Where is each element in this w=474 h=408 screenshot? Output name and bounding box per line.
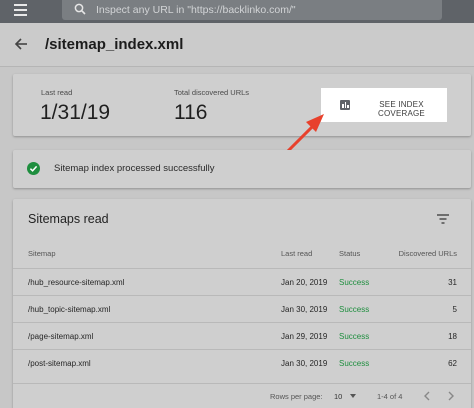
back-icon[interactable]	[14, 37, 28, 51]
status-card: Sitemap index processed successfully	[13, 150, 471, 188]
cell-last-read: Jan 20, 2019	[281, 278, 328, 287]
rows-per-page-label: Rows per page:	[270, 392, 323, 401]
table-row[interactable]: /post-sitemap.xml Jan 30, 2019 Success 6…	[13, 349, 471, 376]
cell-status: Success	[339, 332, 370, 341]
cell-last-read: Jan 29, 2019	[281, 332, 328, 341]
cell-discovered-urls: 31	[448, 278, 457, 287]
cell-status: Success	[339, 305, 370, 314]
cell-sitemap: /hub_resource-sitemap.xml	[28, 278, 125, 287]
column-header-discovered-urls[interactable]: Discovered URLs	[397, 249, 457, 258]
cell-sitemap: /page-sitemap.xml	[28, 332, 94, 341]
status-message: Sitemap index processed successfully	[54, 163, 215, 174]
cell-status: Success	[339, 359, 370, 368]
check-circle-icon	[27, 162, 40, 175]
search-bar	[62, 0, 442, 20]
page-title: /sitemap_index.xml	[45, 36, 184, 53]
search-icon	[74, 3, 86, 15]
search-input[interactable]	[96, 0, 436, 20]
table-row[interactable]: /page-sitemap.xml Jan 29, 2019 Success 1…	[13, 322, 471, 349]
column-header-sitemap[interactable]: Sitemap	[28, 249, 56, 258]
stats-card: Last read 1/31/19 Total discovered URLs …	[13, 74, 471, 136]
filter-icon[interactable]	[437, 214, 449, 224]
cell-sitemap: /post-sitemap.xml	[28, 359, 91, 368]
chevron-left-icon[interactable]	[421, 389, 433, 403]
cell-last-read: Jan 30, 2019	[281, 305, 328, 314]
cell-discovered-urls: 18	[448, 332, 457, 341]
cell-status: Success	[339, 278, 370, 287]
table-row[interactable]: /hub_topic-sitemap.xml Jan 30, 2019 Succ…	[13, 295, 471, 322]
cell-discovered-urls: 5	[452, 305, 457, 314]
chevron-right-icon[interactable]	[445, 389, 457, 403]
last-read-value: 1/31/19	[40, 101, 111, 124]
see-index-coverage-label: SEE INDEX COVERAGE	[378, 100, 425, 118]
see-index-coverage-button[interactable]: SEE INDEX COVERAGE	[321, 88, 447, 122]
total-urls-label: Total discovered URLs	[174, 88, 250, 97]
menu-icon[interactable]	[14, 4, 27, 16]
table-pagination: Rows per page: 10 1-4 of 4	[13, 383, 471, 407]
table-row[interactable]: /hub_resource-sitemap.xml Jan 20, 2019 S…	[13, 268, 471, 295]
sitemaps-table-card: Sitemaps read Sitemap Last read Status D…	[13, 199, 471, 408]
cell-last-read: Jan 30, 2019	[281, 359, 328, 368]
bar-chart-icon	[340, 100, 350, 110]
cell-discovered-urls: 62	[448, 359, 457, 368]
last-read-label: Last read	[41, 88, 73, 97]
top-app-bar	[0, 0, 474, 23]
page-header: /sitemap_index.xml	[0, 23, 474, 67]
table-title: Sitemaps read	[28, 212, 109, 226]
pagination-range: 1-4 of 4	[377, 392, 403, 401]
rows-per-page-select[interactable]: 10	[334, 392, 342, 401]
chevron-down-icon[interactable]	[350, 394, 356, 398]
column-header-last-read[interactable]: Last read	[281, 249, 312, 258]
total-urls-value: 116	[174, 101, 208, 124]
cell-sitemap: /hub_topic-sitemap.xml	[28, 305, 111, 314]
column-header-status[interactable]: Status	[339, 249, 360, 258]
